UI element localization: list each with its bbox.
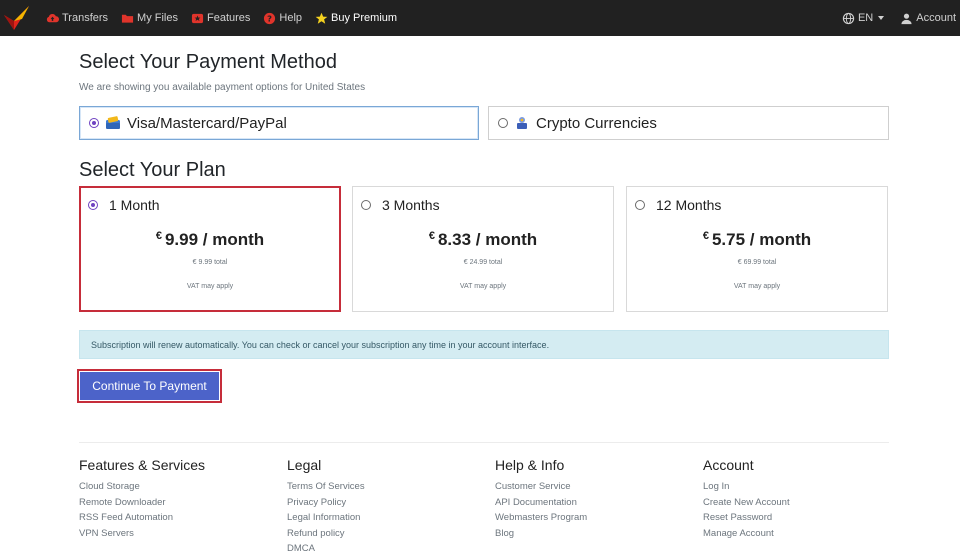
payment-method-title: Select Your Payment Method — [79, 51, 337, 73]
plan-total: € 69.99 total — [737, 259, 777, 266]
payment-method-card[interactable]: Visa/Mastercard/PayPal — [79, 106, 479, 140]
plan-currency: € — [428, 230, 435, 242]
nav-transfers-label: Transfers — [62, 12, 109, 24]
plan-price-value: 9.99 / month — [164, 230, 265, 249]
nav-buy-premium-label: Buy Premium — [331, 12, 398, 24]
footer-column-account: Account Log In Create New Account Reset … — [703, 457, 790, 541]
footer-link[interactable]: Customer Service — [495, 479, 587, 495]
nav-features-label: Features — [207, 12, 251, 24]
plan-3-months[interactable]: 3 Months €8.33 / month € 24.99 total VAT… — [352, 186, 614, 312]
footer-column-legal: Legal Terms Of Services Privacy Policy L… — [287, 457, 365, 557]
footer-column-features: Features & Services Cloud Storage Remote… — [79, 457, 205, 541]
svg-text:?: ? — [268, 13, 273, 23]
footer-link[interactable]: API Documentation — [495, 495, 587, 511]
plan-vat: VAT may apply — [459, 283, 507, 290]
payment-method-crypto-label: Crypto Currencies — [536, 114, 657, 132]
plan-total: € 9.99 total — [192, 259, 228, 266]
footer-column-help: Help & Info Customer Service API Documen… — [495, 457, 587, 541]
nav-help-label: Help — [279, 12, 303, 24]
plan-1-month-radio[interactable] — [88, 200, 98, 210]
footer-link[interactable]: Manage Account — [703, 526, 790, 542]
plan-1-month[interactable]: 1 Month €9.99 / month € 9.99 total VAT m… — [79, 186, 341, 312]
subscription-notice: Subscription will renew automatically. Y… — [79, 330, 889, 359]
plan-price-value: 8.33 / month — [437, 230, 538, 249]
nav-my-files-label: My Files — [137, 12, 178, 24]
footer-link[interactable]: Cloud Storage — [79, 479, 205, 495]
continue-button-highlight: Continue To Payment — [77, 369, 222, 403]
premium-star-icon — [315, 12, 328, 24]
footer-link[interactable]: Terms Of Services — [287, 479, 365, 495]
nav-features[interactable]: Features — [191, 12, 250, 25]
help-icon: ? — [264, 12, 276, 24]
footer-link[interactable]: Webmasters Program — [495, 510, 587, 526]
plan-name: 12 Months — [656, 197, 722, 213]
user-icon — [901, 13, 912, 24]
nav-my-files[interactable]: My Files — [121, 12, 178, 25]
plan-total: € 24.99 total — [463, 259, 503, 266]
plan-name: 1 Month — [109, 197, 160, 213]
footer-divider — [79, 442, 889, 443]
account-menu[interactable]: Account — [900, 12, 956, 25]
wallet-icon — [106, 116, 120, 129]
language-dropdown[interactable]: EN — [842, 12, 885, 25]
footer-link[interactable]: Remote Downloader — [79, 495, 205, 511]
footer-column-title: Legal — [287, 457, 322, 473]
plan-vat: VAT may apply — [733, 283, 781, 290]
plan-currency: € — [702, 230, 709, 242]
footer-column-title: Account — [703, 457, 754, 473]
payment-method-card-label: Visa/Mastercard/PayPal — [127, 114, 287, 132]
payment-method-crypto[interactable]: Crypto Currencies — [488, 106, 889, 140]
top-navbar: Transfers My Files Features ? Help Buy P… — [0, 0, 960, 36]
footer-link[interactable]: Refund policy — [287, 526, 365, 542]
footer-column-title: Features & Services — [79, 457, 206, 473]
nav-buy-premium[interactable]: Buy Premium — [315, 12, 397, 25]
footer-link[interactable]: Privacy Policy — [287, 495, 365, 511]
nav-help[interactable]: ? Help — [263, 12, 302, 25]
nav-transfers[interactable]: Transfers — [46, 12, 108, 25]
plan-12-months[interactable]: 12 Months €5.75 / month € 69.99 total VA… — [626, 186, 888, 312]
payment-method-card-radio[interactable] — [89, 118, 99, 128]
globe-icon — [842, 12, 855, 24]
footer-link[interactable]: DMCA — [287, 541, 365, 557]
footer-link[interactable]: VPN Servers — [79, 526, 205, 542]
crypto-icon — [517, 117, 527, 129]
footer-link[interactable]: Create New Account — [703, 495, 790, 511]
plan-name: 3 Months — [382, 197, 440, 213]
footer-link[interactable]: Log In — [703, 479, 790, 495]
footer-link[interactable]: Reset Password — [703, 510, 790, 526]
cloud-upload-icon — [46, 13, 59, 22]
plan-price: €5.75 / month — [627, 230, 887, 250]
plan-price-value: 5.75 / month — [711, 230, 812, 249]
plan-vat: VAT may apply — [186, 283, 234, 290]
folder-icon — [121, 14, 134, 23]
footer-link[interactable]: RSS Feed Automation — [79, 510, 205, 526]
plan-title: Select Your Plan — [79, 159, 226, 181]
plan-price: €8.33 / month — [353, 230, 613, 250]
chevron-down-icon — [878, 16, 885, 20]
logo-icon[interactable] — [2, 3, 30, 33]
language-label: EN — [857, 12, 874, 24]
footer-link[interactable]: Blog — [495, 526, 587, 542]
payment-method-subtitle: We are showing you available payment opt… — [79, 82, 366, 93]
plan-12-months-radio[interactable] — [635, 200, 645, 210]
payment-method-crypto-radio[interactable] — [498, 118, 508, 128]
star-icon — [191, 13, 204, 23]
continue-to-payment-button[interactable]: Continue To Payment — [80, 372, 219, 400]
account-label: Account — [916, 12, 956, 24]
footer-link[interactable]: Legal Information — [287, 510, 365, 526]
footer-column-title: Help & Info — [495, 457, 565, 473]
plan-3-months-radio[interactable] — [361, 200, 371, 210]
plan-price: €9.99 / month — [81, 230, 339, 250]
plan-currency: € — [155, 230, 162, 242]
